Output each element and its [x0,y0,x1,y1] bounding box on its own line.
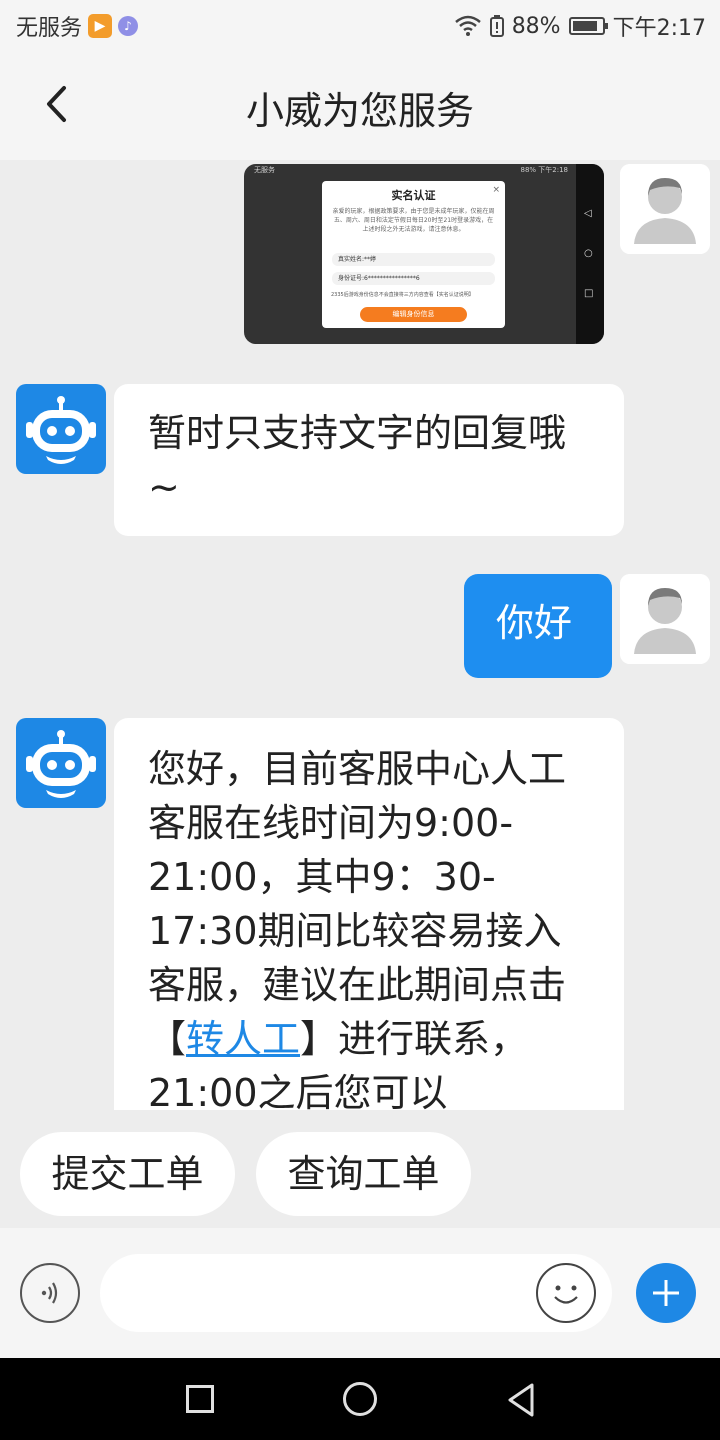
user-message-bubble: 你好 [464,574,612,678]
screenshot-home-icon: ○ [584,248,593,259]
video-app-icon: ▶ [88,14,113,38]
plus-icon [653,1280,679,1306]
back-triangle-icon[interactable] [502,1380,542,1420]
robot-icon [26,396,96,464]
bot-message-bubble: 您好，目前客服中心人工客服在线时间为9:00-21:00，其中9：30-17:3… [114,718,624,1110]
home-button[interactable] [343,1382,377,1416]
recent-apps-button[interactable] [186,1385,214,1413]
clock-time: 下午2:17 [612,16,706,41]
input-bar [0,1228,720,1358]
bot-message-text: 您好，目前客服中心人工客服在线时间为9:00-21:00，其中9：30-17:3… [148,747,567,1061]
screenshot-status-right: 88% 下午2:18 [520,166,568,174]
chat-header: 小威为您服务 [0,52,720,160]
screenshot-dialog-title: 实名认证 [391,189,436,202]
screenshot-name-field: 真实姓名:**婷 [332,253,495,266]
screenshot-note: 2335后游戏身份信息不会直接将三方内容查看【实名认证说明】 [331,292,474,298]
screenshot-dialog: 实名认证 × 亲爱的玩家，根据政策要求，由于您是未成年玩家，仅能在周五、周六、周… [322,181,505,328]
screenshot-dialog-body: 亲爱的玩家，根据政策要求，由于您是未成年玩家，仅能在周五、周六、周日和法定节假日… [332,208,495,233]
music-app-icon: ♪ [118,16,139,36]
battery-icon [568,17,608,35]
user-avatar-icon [620,574,710,664]
user-avatar-icon [620,164,710,254]
chat-messages[interactable]: 无服务 88% 下午2:18 实名认证 × 亲爱的玩家，根据政策要求，由于您是未… [0,160,720,1110]
carrier-text: 无服务 [16,16,83,41]
robot-icon [26,730,96,798]
wifi-icon [454,15,481,36]
screenshot-status-left: 无服务 [254,166,275,174]
screenshot-status-bar: 无服务 88% 下午2:18 [244,164,604,176]
emoji-button[interactable] [536,1263,596,1323]
user-avatar[interactable] [620,164,710,254]
smiley-icon [554,1285,578,1304]
screenshot-close-icon: × [492,185,500,195]
status-left: 无服务 ▶ ♪ [16,10,139,42]
user-avatar[interactable] [620,574,710,664]
screenshot-message-image[interactable]: 无服务 88% 下午2:18 实名认证 × 亲爱的玩家，根据政策要求，由于您是未… [244,164,604,344]
transfer-to-human-link[interactable]: 转人工 [186,1017,300,1061]
battery-percent: 88% [511,13,561,39]
plus-button[interactable] [636,1263,696,1323]
screenshot-edit-button: 编辑身份信息 [360,307,467,322]
screenshot-recent-icon: □ [584,288,594,299]
query-ticket-button[interactable]: 查询工单 [256,1132,471,1216]
screenshot-back-icon: ◁ [584,208,592,219]
submit-ticket-button[interactable]: 提交工单 [20,1132,235,1216]
screenshot-id-field: 身份证号:6****************6 [332,272,495,285]
page-title: 小威为您服务 [245,89,474,133]
status-right: 88% 下午2:17 [454,10,706,42]
voice-icon [41,1282,58,1304]
bot-avatar[interactable] [16,718,106,808]
bot-message-bubble: 暂时只支持文字的回复哦~ [114,384,624,536]
system-nav-bar [0,1358,720,1440]
voice-button[interactable] [20,1263,80,1323]
status-bar: 无服务 ▶ ♪ 88% 下午2:17 [0,0,720,52]
bot-avatar[interactable] [16,384,106,474]
screenshot-nav-bar: ◁ ○ □ [576,164,604,344]
battery-alert-icon [489,15,504,37]
